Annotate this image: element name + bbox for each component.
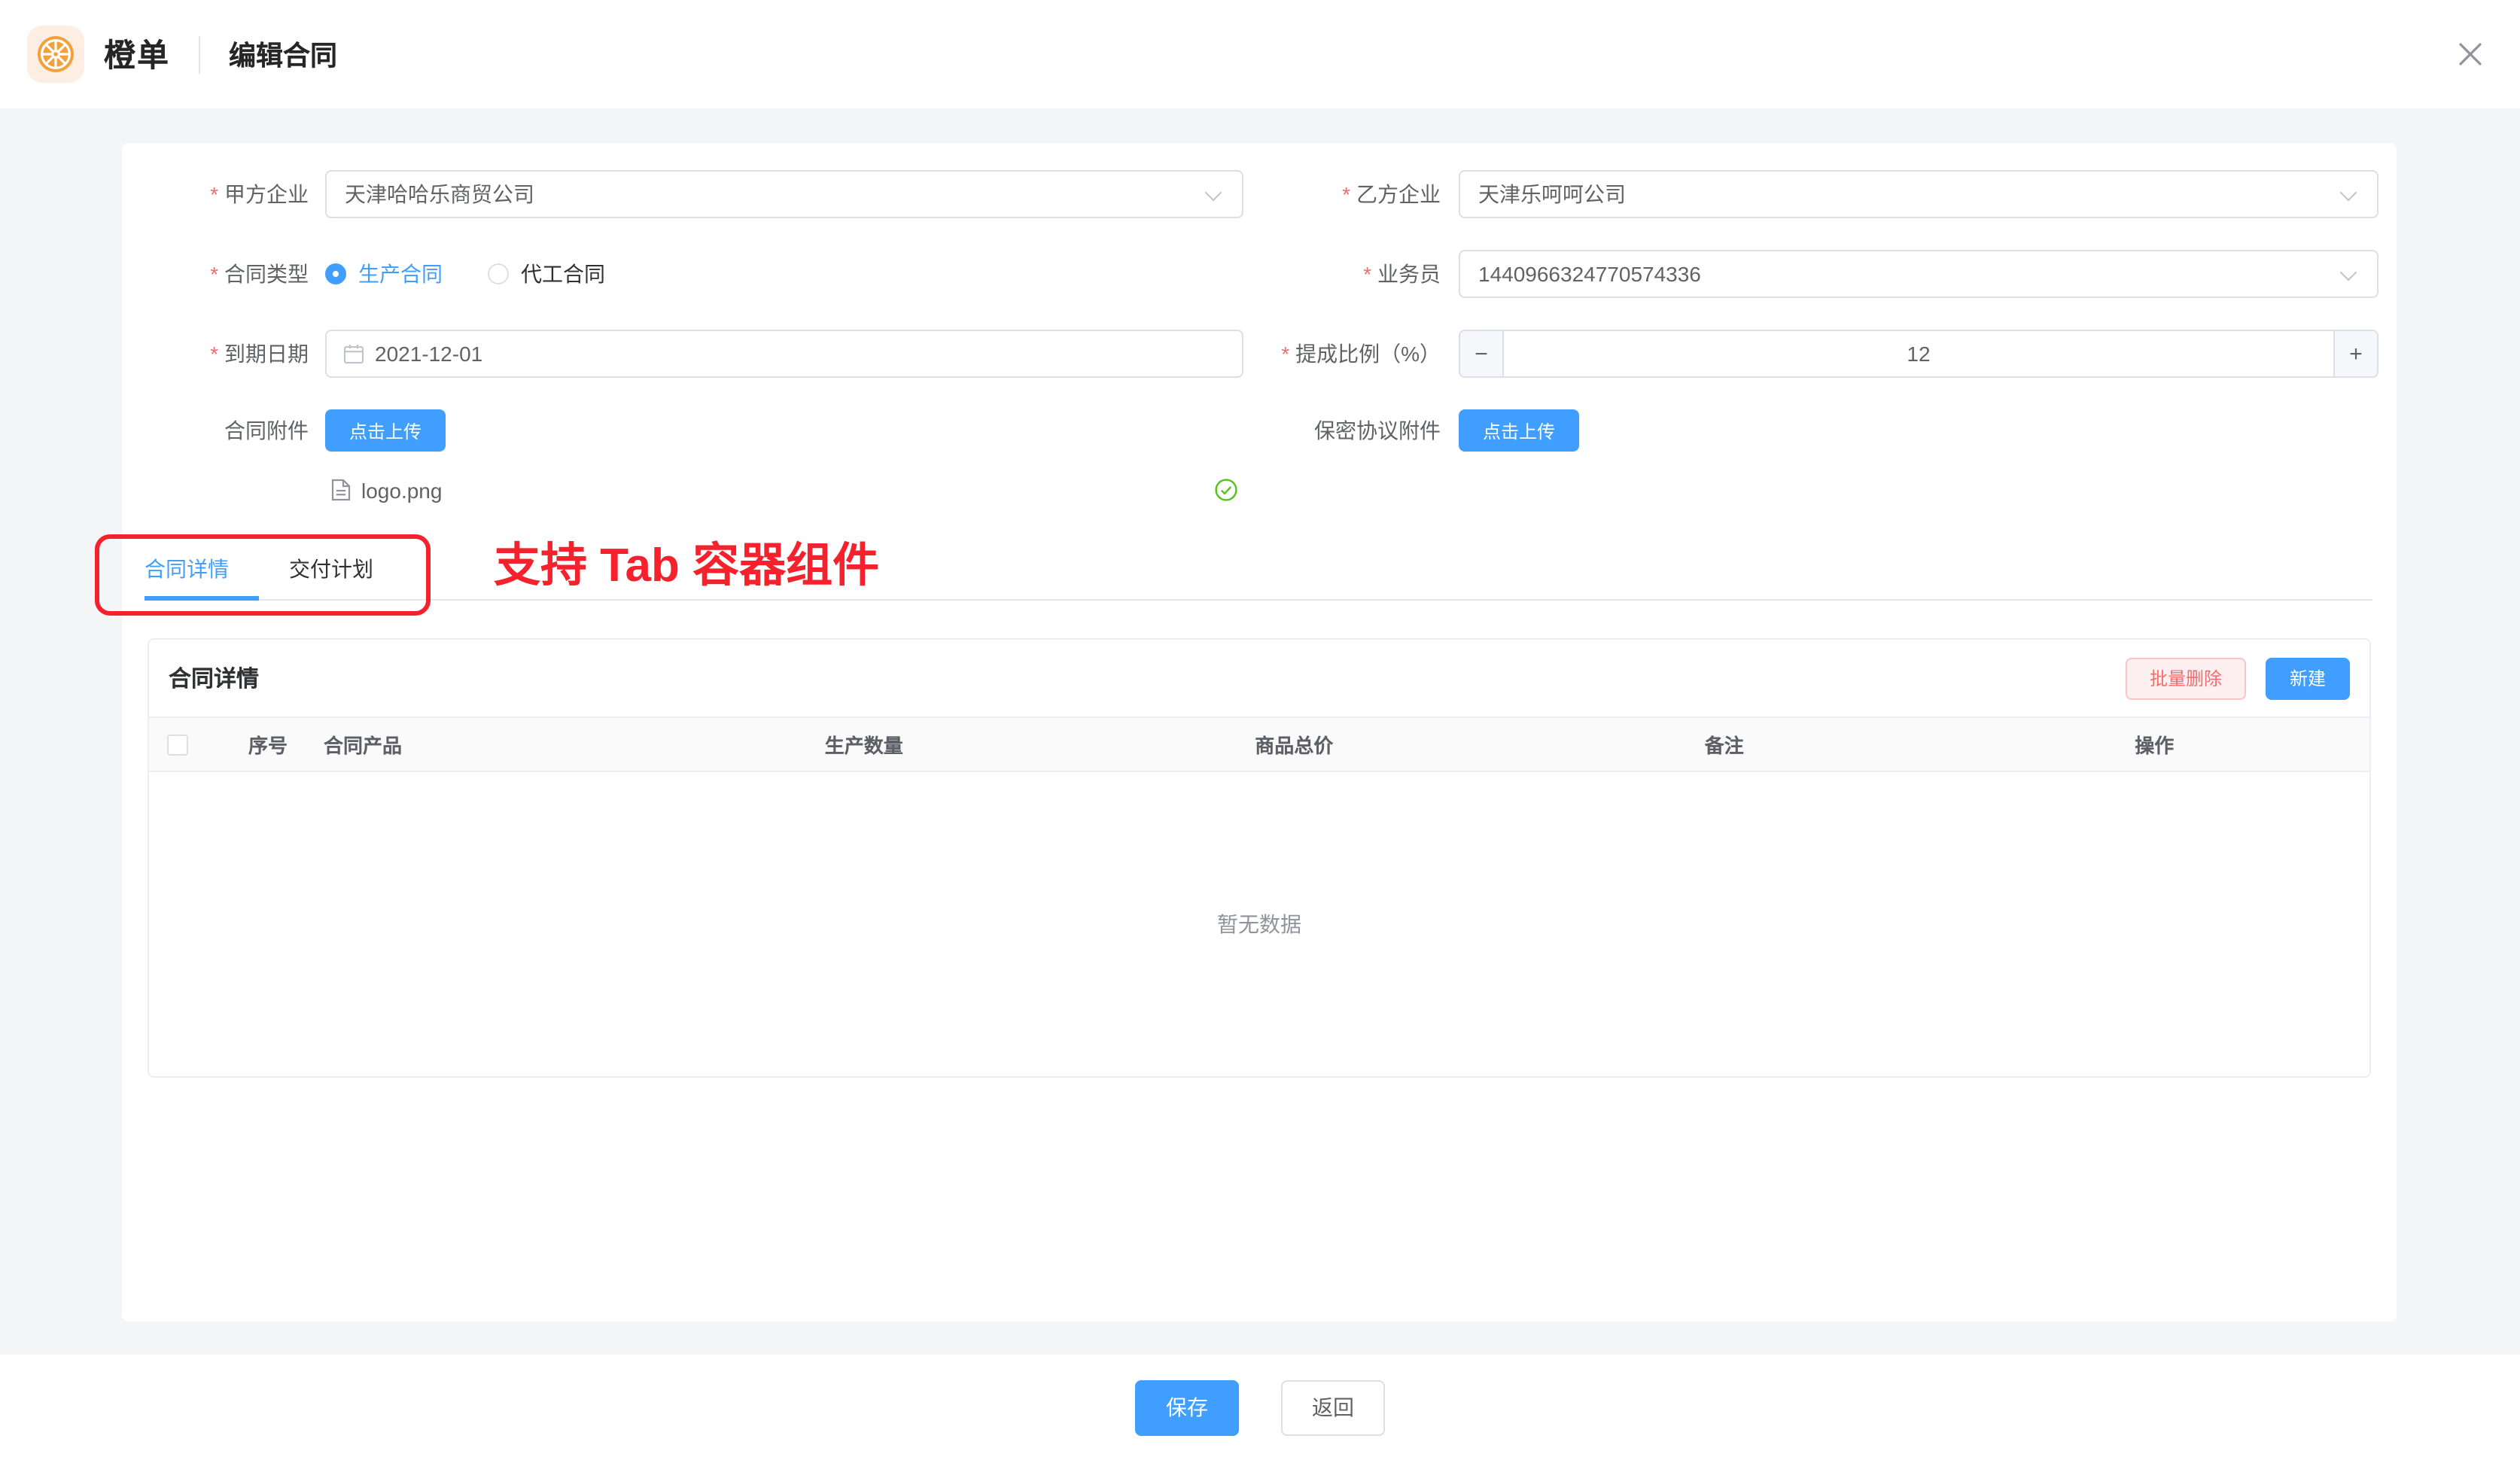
column-header-quantity: 生产数量 <box>649 730 1079 759</box>
app-header: 橙单 编辑合同 <box>0 0 2520 108</box>
contract-form: 甲方企业 天津哈哈乐商贸公司 乙方企业 天津乐呵呵公司 <box>122 143 2397 1078</box>
page-body: 甲方企业 天津哈哈乐商贸公司 乙方企业 天津乐呵呵公司 <box>0 108 2520 1355</box>
radio-oem-contract[interactable]: 代工合同 <box>488 259 605 289</box>
contract-detail-panel: 合同详情 批量删除 新建 序号 合同产品 生产数量 商品总价 备注 操作 <box>148 638 2371 1078</box>
chevron-down-icon <box>2340 184 2357 202</box>
salesman-value: 1440966324770574336 <box>1460 262 1701 286</box>
check-circle-icon <box>1215 479 1237 501</box>
tab-bar: 合同详情 交付计划 <box>145 540 2372 601</box>
salesman-select[interactable]: 1440966324770574336 <box>1459 250 2378 298</box>
contract-attachment-upload-button[interactable]: 点击上传 <box>325 409 446 452</box>
commission-rate-label: 提成比例（%） <box>1243 339 1441 369</box>
radio-unselected-icon <box>488 263 509 284</box>
empty-data-text: 暂无数据 <box>149 909 2369 939</box>
decrease-button[interactable]: − <box>1460 331 1504 376</box>
page-title: 编辑合同 <box>229 35 337 74</box>
party-b-value: 天津乐呵呵公司 <box>1460 179 1626 209</box>
column-header-remark: 备注 <box>1509 730 1940 759</box>
brand-name: 橙单 <box>104 32 170 77</box>
expire-date-value: 2021-12-01 <box>375 342 482 366</box>
party-a-value: 天津哈哈乐商贸公司 <box>327 179 534 209</box>
calendar-icon <box>343 343 364 364</box>
increase-button[interactable]: + <box>2333 331 2377 376</box>
panel-header: 合同详情 批量删除 新建 <box>149 640 2369 716</box>
commission-rate-stepper: − 12 + <box>1459 330 2378 378</box>
party-a-label: 甲方企业 <box>122 179 309 209</box>
party-b-label: 乙方企业 <box>1243 179 1441 209</box>
panel-title: 合同详情 <box>169 662 259 694</box>
column-header-actions: 操作 <box>1940 730 2370 759</box>
uploaded-file-item[interactable]: logo.png <box>331 476 1237 504</box>
close-button[interactable] <box>2452 36 2488 72</box>
tab-contract-detail[interactable]: 合同详情 <box>145 540 259 599</box>
nda-attachment-upload-button[interactable]: 点击上传 <box>1459 409 1579 452</box>
app-footer: 保存 返回 <box>0 1355 2520 1460</box>
save-button[interactable]: 保存 <box>1135 1379 1239 1435</box>
orange-slice-icon <box>36 35 75 74</box>
form-card: 甲方企业 天津哈哈乐商贸公司 乙方企业 天津乐呵呵公司 <box>122 143 2397 1322</box>
batch-delete-button[interactable]: 批量删除 <box>2126 657 2246 699</box>
party-b-select[interactable]: 天津乐呵呵公司 <box>1459 170 2378 218</box>
document-icon <box>331 479 351 501</box>
column-header-index: 序号 <box>218 730 318 759</box>
radio-selected-icon <box>325 263 346 284</box>
expire-date-input[interactable]: 2021-12-01 <box>325 330 1243 378</box>
app-window: 橙单 编辑合同 甲方企业 天津哈哈乐商贸公司 <box>0 0 2520 1460</box>
select-all-checkbox[interactable] <box>167 734 188 755</box>
tab-delivery-plan[interactable]: 交付计划 <box>259 540 403 599</box>
column-header-product: 合同产品 <box>318 730 649 759</box>
header-divider <box>199 35 200 73</box>
close-icon <box>2455 39 2485 69</box>
radio-production-label: 生产合同 <box>358 259 443 289</box>
column-header-total-price: 商品总价 <box>1079 730 1510 759</box>
contract-type-radio-group: 生产合同 代工合同 <box>325 250 650 298</box>
radio-oem-label: 代工合同 <box>521 259 605 289</box>
create-button[interactable]: 新建 <box>2266 657 2350 699</box>
radio-production-contract[interactable]: 生产合同 <box>325 259 443 289</box>
table-empty-body: 暂无数据 <box>149 772 2369 1076</box>
chevron-down-icon <box>2340 264 2357 281</box>
brand-logo <box>27 26 84 83</box>
salesman-label: 业务员 <box>1243 259 1441 289</box>
chevron-down-icon <box>1205 184 1222 202</box>
commission-rate-input[interactable]: 12 <box>1504 331 2333 376</box>
contract-attachment-label: 合同附件 <box>122 415 309 446</box>
table-header-row: 序号 合同产品 生产数量 商品总价 备注 操作 <box>149 716 2369 772</box>
nda-attachment-label: 保密协议附件 <box>1243 415 1441 446</box>
expire-date-label: 到期日期 <box>122 339 309 369</box>
party-a-select[interactable]: 天津哈哈乐商贸公司 <box>325 170 1243 218</box>
contract-type-label: 合同类型 <box>122 259 309 289</box>
uploaded-file-name: logo.png <box>361 478 442 502</box>
back-button[interactable]: 返回 <box>1281 1379 1385 1435</box>
